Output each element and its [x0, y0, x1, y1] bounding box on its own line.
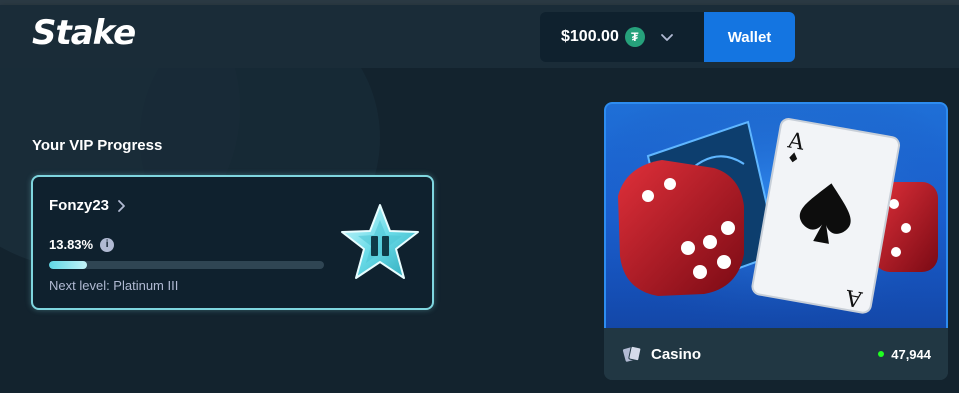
tether-icon: ₮ — [624, 27, 645, 47]
vip-username-link[interactable]: Fonzy23 — [49, 197, 127, 214]
casino-label: Casino — [651, 345, 702, 363]
player-count: 47,944 — [878, 347, 931, 362]
top-header: Stake $100.00 ₮ Wallet — [0, 5, 959, 68]
vip-progress-card[interactable]: Fonzy23 13.83% i Next level: Platinum II… — [31, 175, 434, 310]
player-count-text: 47,944 — [891, 346, 931, 362]
info-icon[interactable]: i — [100, 237, 115, 252]
wallet-button[interactable]: Wallet — [704, 12, 795, 62]
vip-section-title: Your VIP Progress — [32, 137, 163, 154]
casino-illustration: A A — [606, 104, 946, 328]
platinum-star-icon — [341, 204, 419, 279]
cards-icon — [622, 345, 642, 362]
vip-progress-bar — [49, 261, 324, 269]
username-text: Fonzy23 — [49, 197, 110, 214]
progress-text: 13.83% — [49, 237, 94, 252]
vip-progress-fill — [49, 261, 88, 269]
casino-footer[interactable]: Casino 47,944 — [604, 328, 948, 380]
casino-card[interactable]: A A Casino 47,944 — [604, 102, 948, 380]
next-level-text: Next level: Platinum III — [49, 278, 179, 293]
balance-amount: $100.00 — [561, 28, 619, 45]
chevron-down-icon[interactable] — [659, 29, 675, 45]
vip-progress-percentage: 13.83% i — [49, 237, 115, 252]
live-status-icon — [878, 351, 885, 357]
stake-logo[interactable]: Stake — [32, 13, 136, 53]
casino-artwork: A A — [604, 102, 948, 328]
chevron-right-icon — [118, 199, 125, 212]
dice-icon — [618, 160, 744, 296]
balance-selector[interactable]: $100.00 ₮ — [540, 12, 704, 62]
